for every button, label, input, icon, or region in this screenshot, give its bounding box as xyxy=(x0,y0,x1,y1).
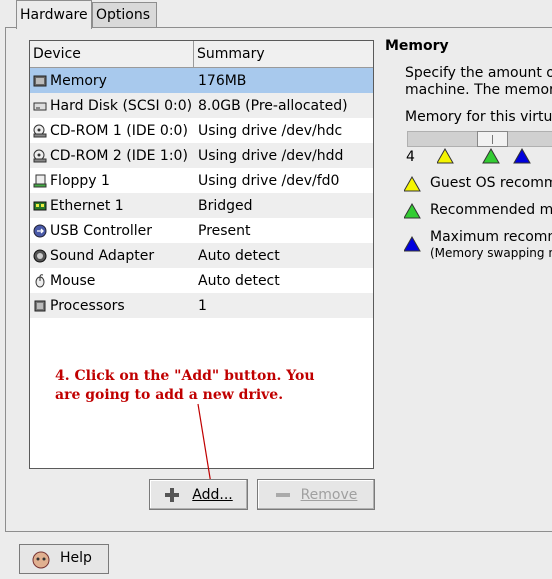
slider-markers xyxy=(437,148,531,164)
help-button-label: Help xyxy=(60,550,92,566)
device-summary: Present xyxy=(198,222,251,239)
memory-section-title: Memory xyxy=(385,38,449,54)
column-header-summary[interactable]: Summary xyxy=(194,41,265,67)
device-name: CD-ROM 1 (IDE 0:0) xyxy=(50,122,188,139)
annotation-line-1: 4. Click on the "Add" button. You xyxy=(55,368,315,384)
recommended-legend-icon xyxy=(404,202,421,219)
help-icon xyxy=(30,550,52,579)
device-summary: 8.0GB (Pre-allocated) xyxy=(198,97,348,114)
table-row[interactable]: Mouse Auto detect xyxy=(30,268,373,293)
add-button-label: Add... xyxy=(192,486,233,503)
table-row[interactable]: Sound Adapter Auto detect xyxy=(30,243,373,268)
mouse-icon xyxy=(33,273,47,288)
device-summary: Bridged xyxy=(198,197,253,214)
add-button[interactable]: Add... xyxy=(149,479,248,510)
legend-guest-os: Guest OS recomm xyxy=(430,175,552,191)
column-header-device[interactable]: Device xyxy=(30,41,194,67)
legend-recommended: Recommended m xyxy=(430,202,552,218)
cdrom-icon xyxy=(33,124,47,138)
floppy-icon xyxy=(33,174,47,188)
device-name: Floppy 1 xyxy=(50,172,110,189)
maximum-marker-icon xyxy=(513,148,531,164)
memory-description-line-1: Specify the amount of xyxy=(405,65,552,81)
legend-maximum: Maximum recomm xyxy=(430,229,552,245)
help-button[interactable]: Help xyxy=(19,544,109,574)
slider-min-label: 4 xyxy=(406,149,415,165)
device-name: Sound Adapter xyxy=(50,247,155,264)
device-name: Hard Disk (SCSI 0:0) xyxy=(50,97,193,114)
sound-icon xyxy=(33,249,47,263)
network-card-icon xyxy=(33,199,47,213)
plus-icon xyxy=(164,487,180,503)
device-name: Ethernet 1 xyxy=(50,197,124,214)
recommended-marker-icon xyxy=(482,148,500,164)
hard-disk-icon xyxy=(33,99,47,113)
memory-for-vm-label: Memory for this virtua xyxy=(405,109,552,125)
maximum-legend-icon xyxy=(404,235,421,252)
device-name: Processors xyxy=(50,297,125,314)
memory-slider-thumb[interactable] xyxy=(477,131,508,147)
device-summary: 176MB xyxy=(198,72,247,89)
device-summary: Auto detect xyxy=(198,247,280,264)
device-name: CD-ROM 2 (IDE 1:0) xyxy=(50,147,188,164)
tab-options[interactable]: Options xyxy=(92,2,157,27)
legend-icons xyxy=(404,176,421,252)
table-header: Device Summary xyxy=(30,41,373,68)
minus-icon xyxy=(275,487,291,503)
table-row[interactable]: Floppy 1 Using drive /dev/fd0 xyxy=(30,168,373,193)
table-row[interactable]: CD-ROM 1 (IDE 0:0) Using drive /dev/hdc xyxy=(30,118,373,143)
device-name: USB Controller xyxy=(50,222,153,239)
memory-slider[interactable] xyxy=(407,131,552,147)
table-row[interactable]: Ethernet 1 Bridged xyxy=(30,193,373,218)
legend-maximum-note: (Memory swapping n xyxy=(430,246,552,260)
table-row[interactable]: Memory 176MB xyxy=(30,68,373,93)
usb-icon xyxy=(33,224,47,238)
cdrom-icon xyxy=(33,149,47,163)
table-row[interactable]: Hard Disk (SCSI 0:0) 8.0GB (Pre-allocate… xyxy=(30,93,373,118)
guest-os-legend-icon xyxy=(404,176,421,192)
device-summary: Using drive /dev/hdd xyxy=(198,147,344,164)
device-summary: Using drive /dev/hdc xyxy=(198,122,343,139)
memory-description-line-2: machine. The memor xyxy=(405,82,552,98)
memory-chip-icon xyxy=(33,74,47,88)
device-name: Mouse xyxy=(50,272,96,289)
table-row[interactable]: CD-ROM 2 (IDE 1:0) Using drive /dev/hdd xyxy=(30,143,373,168)
processor-icon xyxy=(33,299,47,313)
remove-button-label: Remove xyxy=(300,486,358,503)
tab-bar: Hardware Options xyxy=(0,0,552,29)
table-row[interactable]: Processors 1 xyxy=(30,293,373,318)
table-row[interactable]: USB Controller Present xyxy=(30,218,373,243)
guest-os-marker-icon xyxy=(437,148,454,164)
device-summary: 1 xyxy=(198,297,207,314)
device-summary: Using drive /dev/fd0 xyxy=(198,172,340,189)
remove-button[interactable]: Remove xyxy=(257,479,375,510)
annotation-line-2: are going to add a new drive. xyxy=(55,387,284,403)
tutorial-annotation: 4. Click on the "Add" button. You are go… xyxy=(55,367,355,405)
tab-hardware[interactable]: Hardware xyxy=(16,0,92,29)
device-name: Memory xyxy=(50,72,107,89)
device-summary: Auto detect xyxy=(198,272,280,289)
